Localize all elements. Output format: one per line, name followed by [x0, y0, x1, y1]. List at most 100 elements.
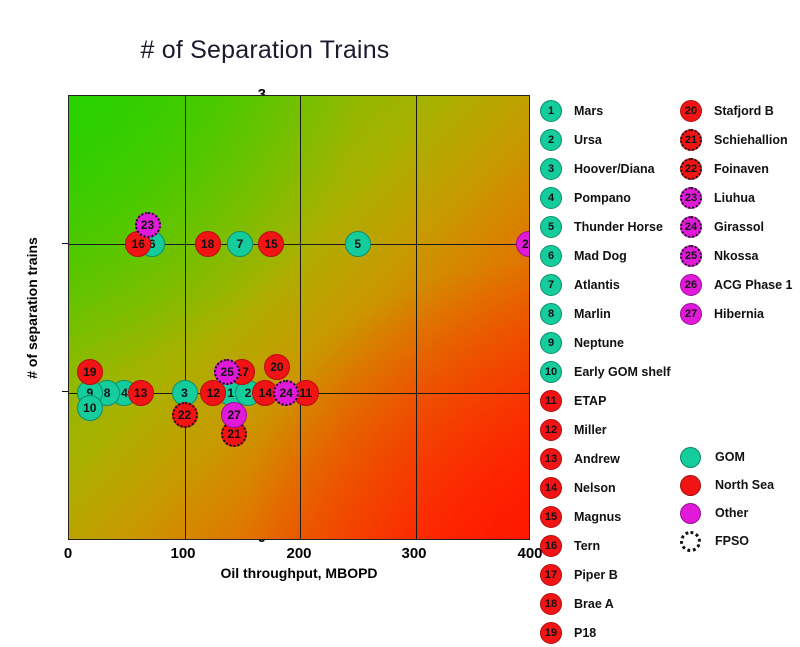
legend-label-17: Piper B: [574, 567, 618, 582]
legend-item-1[interactable]: 1 Mars: [540, 96, 671, 125]
legend-item-20[interactable]: 20 Stafjord B: [680, 96, 793, 125]
legend-item-6[interactable]: 6 Mad Dog: [540, 241, 671, 270]
legend-swatch-25: 25: [680, 244, 702, 267]
legend-swatch-22: 22: [680, 157, 702, 180]
legend-category-label-other: Other: [715, 506, 749, 520]
legend-item-13[interactable]: 13 Andrew: [540, 444, 671, 473]
legend-item-5[interactable]: 5 Thunder Horse: [540, 212, 671, 241]
data-point-19[interactable]: 19: [76, 358, 103, 385]
legend-item-17[interactable]: 17 Piper B: [540, 560, 671, 589]
legend-label-1: Mars: [574, 103, 604, 118]
legend-label-21: Schiehallion: [714, 132, 788, 147]
legend-item-25[interactable]: 25 Nkossa: [680, 241, 793, 270]
legend-swatch-26: 26: [680, 273, 702, 296]
legend-item-3[interactable]: 3 Hoover/Diana: [540, 154, 671, 183]
legend-swatch-21: 21: [680, 128, 702, 151]
data-point-22[interactable]: 22: [171, 401, 198, 428]
legend-label-12: Miller: [574, 422, 607, 437]
legend-label-23: Liuhua: [714, 190, 755, 205]
legend-item-4[interactable]: 4 Pompano: [540, 183, 671, 212]
legend-swatch-4: 4: [540, 186, 562, 209]
legend-swatch-6: 6: [540, 244, 562, 267]
legend-swatch-27: 27: [680, 302, 702, 325]
x-tick-0: 0: [63, 545, 73, 562]
page-title: # of Separation Trains: [140, 36, 390, 64]
data-point-23[interactable]: 23: [134, 212, 161, 239]
legend-item-9[interactable]: 9 Neptune: [540, 328, 671, 357]
legend-swatch-16: 16: [540, 534, 562, 557]
legend-column-1: 1 Mars 2 Ursa 3 Hoover/Diana 4 Pompano 5 Thunder …: [540, 96, 671, 647]
legend-category-swatch-fpso: [680, 530, 701, 552]
data-point-5[interactable]: 5: [344, 231, 371, 258]
legend-category-north-sea[interactable]: North Sea: [680, 471, 774, 499]
legend-category-label-north-sea: North Sea: [715, 478, 775, 492]
legend-label-3: Hoover/Diana: [574, 161, 655, 176]
legend-item-15[interactable]: 15 Magnus: [540, 502, 671, 531]
legend-category-other[interactable]: Other: [680, 499, 774, 527]
legend-swatch-2: 2: [540, 128, 562, 151]
legend-swatch-13: 13: [540, 447, 562, 470]
legend-label-2: Ursa: [574, 132, 602, 147]
legend-swatch-20: 20: [680, 99, 702, 122]
legend-item-2[interactable]: 2 Ursa: [540, 125, 671, 154]
legend-item-18[interactable]: 18 Brae A: [540, 589, 671, 618]
legend-category-label-gom: GOM: [715, 450, 745, 464]
legend-label-13: Andrew: [574, 451, 620, 466]
legend-item-16[interactable]: 16 Tern: [540, 531, 671, 560]
legend-label-5: Thunder Horse: [574, 219, 663, 234]
legend-categories: GOM North Sea Other FPSO: [680, 443, 774, 555]
legend-column-2: 20 Stafjord B 21 Schiehallion 22 Foinaven 23 Li…: [680, 96, 793, 328]
legend-swatch-8: 8: [540, 302, 562, 325]
legend-category-swatch-gom: [680, 446, 701, 468]
legend-label-24: Girassol: [714, 219, 765, 234]
legend-item-23[interactable]: 23 Liuhua: [680, 183, 793, 212]
legend-label-15: Magnus: [574, 509, 622, 524]
legend-category-swatch-other: [680, 502, 701, 524]
legend-category-label-fpso: FPSO: [715, 534, 750, 548]
legend-item-12[interactable]: 12 Miller: [540, 415, 671, 444]
x-tick-200: 200: [286, 545, 312, 562]
plot-background-overlay: [69, 96, 529, 539]
legend-label-22: Foinaven: [714, 161, 769, 176]
legend-swatch-17: 17: [540, 563, 562, 586]
legend-item-8[interactable]: 8 Marlin: [540, 299, 671, 328]
legend-label-14: Nelson: [574, 480, 616, 495]
legend-category-fpso[interactable]: FPSO: [680, 527, 774, 555]
legend-item-14[interactable]: 14 Nelson: [540, 473, 671, 502]
gridline-x-100: [184, 96, 186, 539]
data-point-24[interactable]: 24: [273, 379, 300, 406]
legend-item-10[interactable]: 10 Early GOM shelf: [540, 357, 671, 386]
legend-category-gom[interactable]: GOM: [680, 443, 774, 471]
legend-label-10: Early GOM shelf: [574, 364, 671, 379]
legend-label-19: P18: [574, 625, 597, 640]
legend-swatch-15: 15: [540, 505, 562, 528]
plot-area: 1 2 3 4 5 6 7 8 9 10 11 12 13 14 15 16 17 18 19 20 21 22 23 24 2…: [68, 95, 530, 540]
legend-label-4: Pompano: [574, 190, 631, 205]
data-point-10[interactable]: 10: [76, 394, 103, 421]
legend-swatch-11: 11: [540, 389, 562, 412]
legend-category-swatch-north-sea: [680, 474, 701, 496]
legend-swatch-7: 7: [540, 273, 562, 296]
data-point-27[interactable]: 27: [221, 401, 248, 428]
data-point-18[interactable]: 18: [194, 231, 221, 258]
legend-item-27[interactable]: 27 Hibernia: [680, 299, 793, 328]
legend-item-26[interactable]: 26 ACG Phase 1: [680, 270, 793, 299]
data-point-25[interactable]: 25: [214, 358, 241, 385]
legend-swatch-24: 24: [680, 215, 702, 238]
x-tick-300: 300: [401, 545, 427, 562]
legend-item-19[interactable]: 19 P18: [540, 618, 671, 647]
legend-item-22[interactable]: 22 Foinaven: [680, 154, 793, 183]
y-axis-label: # of separation trains: [24, 237, 40, 379]
legend-swatch-1: 1: [540, 99, 562, 122]
legend-label-25: Nkossa: [714, 248, 759, 263]
legend-label-20: Stafjord B: [714, 103, 774, 118]
legend-swatch-3: 3: [540, 157, 562, 180]
legend-swatch-10: 10: [540, 360, 562, 383]
legend-item-7[interactable]: 7 Atlantis: [540, 270, 671, 299]
legend-item-11[interactable]: 11 ETAP: [540, 386, 671, 415]
data-point-13[interactable]: 13: [127, 379, 154, 406]
x-tick-100: 100: [170, 545, 196, 562]
legend-item-21[interactable]: 21 Schiehallion: [680, 125, 793, 154]
legend-item-24[interactable]: 24 Girassol: [680, 212, 793, 241]
legend-swatch-5: 5: [540, 215, 562, 238]
